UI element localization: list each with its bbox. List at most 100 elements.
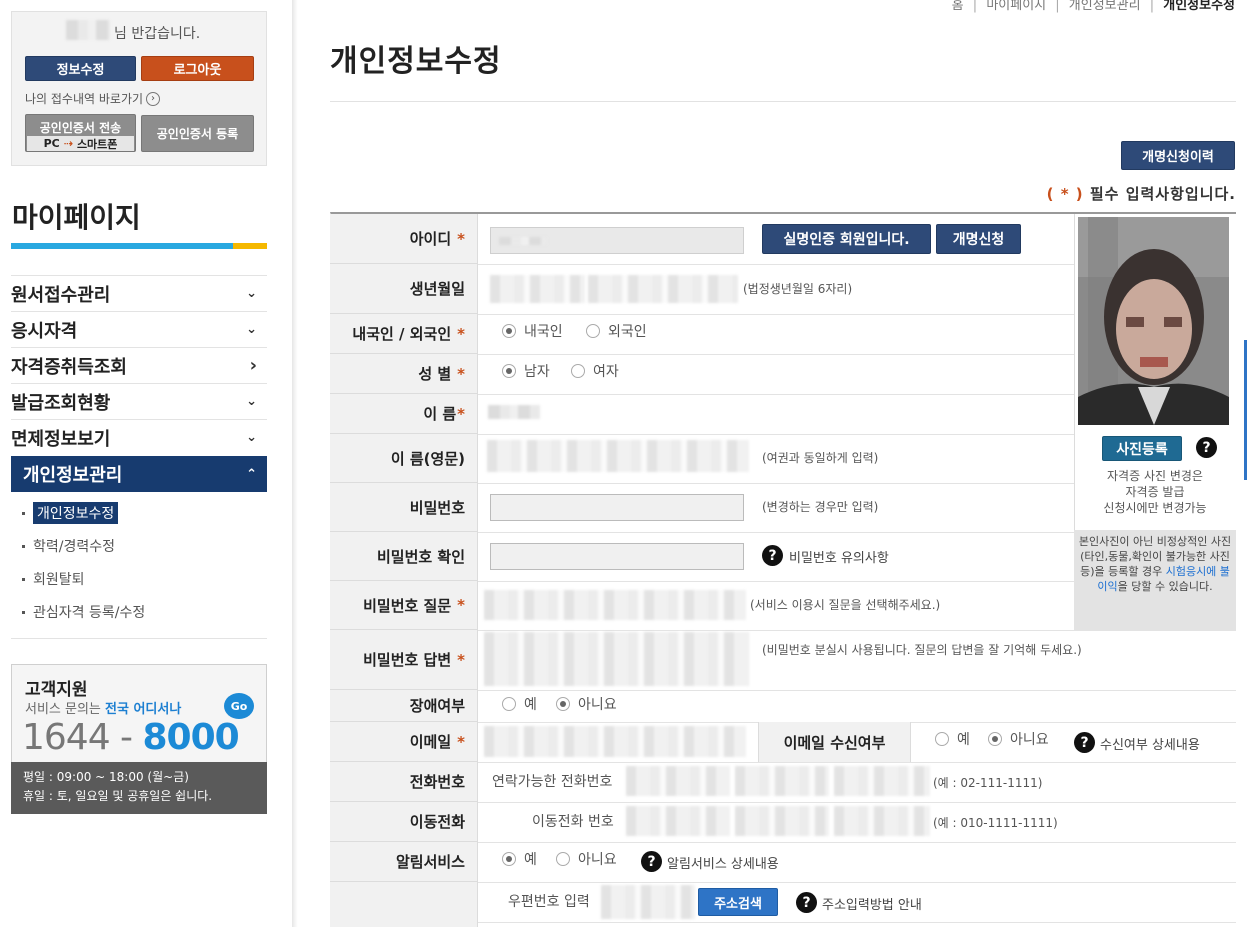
radio-disability-no[interactable]: 아니요 <box>556 694 617 714</box>
chevron-right-icon: › <box>249 355 257 376</box>
required-mark: * <box>457 596 465 614</box>
receipt-link[interactable]: 나의 접수내역 바로가기 › <box>25 90 161 107</box>
radio-male[interactable]: 남자 <box>502 361 550 381</box>
support-desc: 서비스 문의는 전국 어디서나 <box>25 698 181 717</box>
warning-suffix: 을 당할 수 있습니다. <box>1117 580 1213 593</box>
menu-license-lookup[interactable]: 자격증취득조회 › <box>11 347 267 383</box>
radio-label: 여자 <box>593 364 619 380</box>
submenu-edit-education[interactable]: 학력/경력수정 <box>22 536 115 556</box>
breadcrumb-item[interactable]: 마이페이지 <box>986 0 1046 13</box>
address-guide-link[interactable]: 주소입력방법 안내 <box>822 894 922 913</box>
menu-label: 발급조회현황 <box>11 392 111 414</box>
phone-part1[interactable] <box>626 766 730 796</box>
mobile-part3[interactable] <box>834 806 930 836</box>
smartphone-label: 스마트폰 <box>76 137 118 151</box>
bullet-icon <box>22 511 25 515</box>
row-divider <box>478 630 1236 631</box>
cert-register-button[interactable]: 공인인증서 등록 <box>141 115 254 152</box>
radio-foreign[interactable]: 외국인 <box>586 321 647 341</box>
bullet-icon <box>22 544 25 548</box>
bullet-icon <box>22 577 25 581</box>
help-icon[interactable]: ? <box>1074 732 1095 753</box>
password-question-hint: (서비스 이용시 질문을 선택해주세요.) <box>750 598 941 612</box>
radio-domestic[interactable]: 내국인 <box>502 321 563 341</box>
help-icon[interactable]: ? <box>796 892 817 913</box>
birth-date-masked <box>588 275 738 303</box>
menu-personal-info[interactable]: 개인정보관리 ⌃ <box>11 456 267 492</box>
radio-disability-yes[interactable]: 예 <box>502 694 537 714</box>
label-password-question: 비밀번호 질문 * <box>330 581 478 630</box>
radio-label: 아니요 <box>578 852 617 868</box>
cert-transfer-button[interactable]: 공인인증서 전송 PC ⇢ 스마트폰 <box>25 114 136 152</box>
password-answer-masked[interactable] <box>484 632 749 686</box>
help-icon[interactable]: ? <box>1196 437 1217 458</box>
radio-alarm-yes[interactable]: 예 <box>502 849 537 869</box>
submenu-interest-license[interactable]: 관심자격 등록/수정 <box>22 602 145 622</box>
label-email: 이메일 * <box>330 722 478 762</box>
help-icon[interactable]: ? <box>641 851 662 872</box>
password-confirm-input[interactable] <box>490 543 744 570</box>
mobile-part1[interactable] <box>626 806 730 836</box>
row-divider <box>478 354 1074 355</box>
email-masked[interactable] <box>484 726 746 757</box>
row-divider <box>478 690 1236 691</box>
submenu-edit-personal-info[interactable]: 개인정보수정 <box>22 502 119 524</box>
cert-transfer-label: 공인인증서 전송 <box>39 121 122 135</box>
submenu-withdraw[interactable]: 회원탈퇴 <box>22 569 85 589</box>
label-name: 이 름 * <box>330 394 478 434</box>
help-icon[interactable]: ? <box>762 545 783 566</box>
radio-unchecked-icon <box>935 732 949 746</box>
label-text: 이 름(영문) <box>390 449 465 468</box>
label-password-answer: 비밀번호 답변 * <box>330 630 478 690</box>
required-mark: * <box>457 404 465 423</box>
label-name-english: 이 름(영문) <box>330 434 478 483</box>
radio-label: 외국인 <box>608 324 647 340</box>
mobile-part2[interactable] <box>735 806 829 836</box>
zip-code-input[interactable] <box>601 885 695 919</box>
rename-history-button[interactable]: 개명신청이력 <box>1121 141 1235 170</box>
label-mobile: 이동전화 <box>330 802 478 842</box>
phone-part3[interactable] <box>834 766 930 796</box>
title-divider <box>330 101 1236 102</box>
logout-button[interactable]: 로그아웃 <box>141 56 254 81</box>
row-divider <box>478 882 1236 883</box>
menu-application[interactable]: 원서접수관리 ⌄ <box>11 275 267 311</box>
support-desc-highlight: 전국 어디서나 <box>105 702 182 717</box>
radio-alarm-no[interactable]: 아니요 <box>556 849 617 869</box>
phone-prefix: 1644 - <box>22 717 143 758</box>
menu-eligibility[interactable]: 응시자격 ⌄ <box>11 311 267 347</box>
edit-info-button[interactable]: 정보수정 <box>25 56 136 81</box>
name-english-hint: (여권과 동일하게 입력) <box>762 451 879 465</box>
note-line: 자격증 발급 <box>1125 485 1185 499</box>
email-receive-detail-link[interactable]: 수신여부 상세내용 <box>1100 734 1200 753</box>
rename-request-button[interactable]: 개명신청 <box>936 224 1021 254</box>
password-caution-link[interactable]: 비밀번호 유의사항 <box>789 547 889 566</box>
menu-issuance-status[interactable]: 발급조회현황 ⌄ <box>11 383 267 419</box>
menu-exemption-info[interactable]: 면제정보보기 ⌄ <box>11 419 267 455</box>
radio-email-no[interactable]: 아니요 <box>988 729 1049 749</box>
address-search-button[interactable]: 주소검색 <box>698 888 778 916</box>
label-password-confirm: 비밀번호 확인 <box>330 532 478 581</box>
password-hint: (변경하는 경우만 입력) <box>762 500 879 514</box>
password-input[interactable] <box>490 494 744 521</box>
breadcrumb-item[interactable]: 개인정보관리 <box>1069 0 1141 13</box>
photo-register-button[interactable]: 사진등록 <box>1102 436 1182 461</box>
label-text: 이 름 <box>423 405 457 423</box>
password-question-select[interactable] <box>484 590 746 620</box>
realname-verified-button[interactable]: 실명인증 회원입니다. <box>762 224 931 254</box>
phone-part2[interactable] <box>735 766 829 796</box>
photo-change-note: 자격증 사진 변경은 자격증 발급 신청시에만 변경가능 <box>1074 468 1236 516</box>
go-badge[interactable]: Go <box>224 693 254 719</box>
radio-unchecked-icon <box>571 364 585 378</box>
radio-email-yes[interactable]: 예 <box>935 729 970 749</box>
menu-label: 면제정보보기 <box>11 428 111 450</box>
radio-label: 아니요 <box>578 697 617 713</box>
breadcrumb-item[interactable]: 홈 <box>952 0 964 13</box>
menu-label: 자격증취득조회 <box>11 356 127 378</box>
radio-female[interactable]: 여자 <box>571 361 619 381</box>
id-field <box>490 227 744 254</box>
required-mark: * <box>457 229 465 248</box>
receipt-link-label: 나의 접수내역 바로가기 <box>25 92 144 106</box>
alarm-detail-link[interactable]: 알림서비스 상세내용 <box>667 853 779 872</box>
mypage-title: 마이페이지 <box>12 201 141 234</box>
